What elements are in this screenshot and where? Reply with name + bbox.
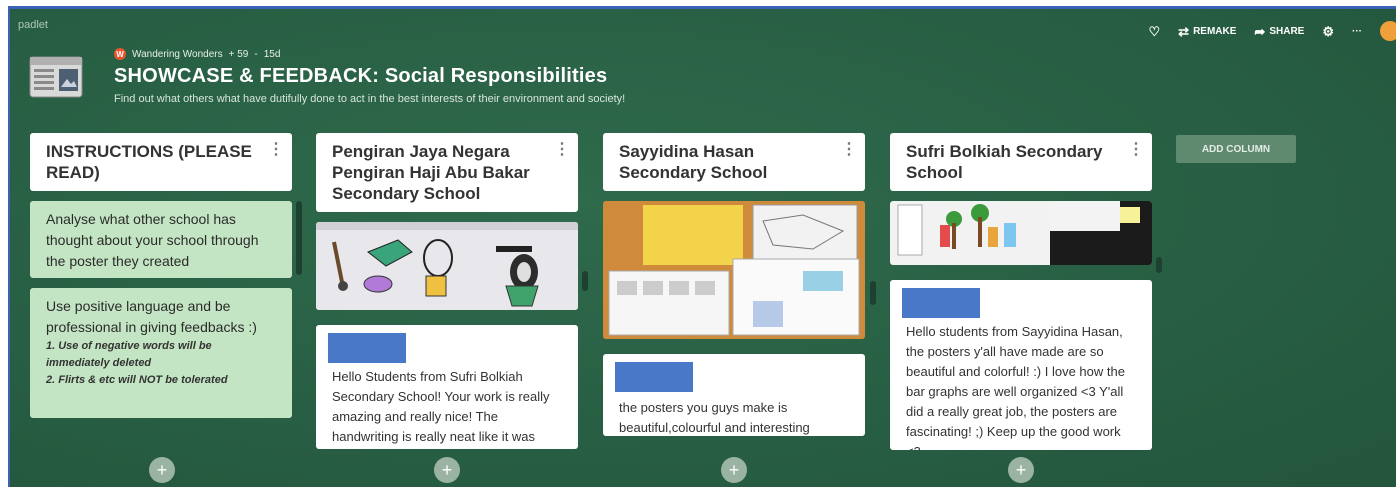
column-title: Sufri Bolkiah Secondary School (906, 142, 1103, 182)
user-avatar[interactable] (1380, 21, 1396, 41)
board-age: 15d (263, 48, 281, 60)
post-text: Analyse what other school has thought ab… (46, 211, 259, 269)
board-title: SHOWCASE & FEEDBACK: Social Responsibili… (114, 65, 608, 87)
toolbar: ♡ ⇄ REMAKE ➦ SHARE ⚙ ··· (1149, 21, 1396, 41)
column-menu-icon[interactable]: ⋮ (554, 139, 570, 160)
newspaper-icon (29, 56, 83, 98)
share-button[interactable]: ➦ SHARE (1254, 25, 1304, 38)
remake-icon: ⇄ (1178, 23, 1190, 39)
more-button[interactable]: ··· (1352, 26, 1362, 37)
remake-label: REMAKE (1193, 25, 1237, 37)
settings-button[interactable]: ⚙ (1322, 25, 1334, 38)
likes-count: + 59 (228, 48, 249, 60)
column-scrollbar[interactable] (870, 281, 876, 305)
column-scrollbar[interactable] (1156, 257, 1162, 273)
column-scrollbar[interactable] (296, 201, 302, 275)
board-meta: W Wandering Wonders + 59 - 15d (114, 48, 280, 60)
add-column-button[interactable]: ADD COLUMN (1176, 135, 1296, 163)
column-sayyidina-hasan: Sayyidina Hasan Secondary School ⋮ the p… (603, 133, 865, 436)
post-image[interactable] (603, 201, 865, 339)
column-menu-icon[interactable]: ⋮ (1128, 139, 1144, 160)
author-name-redacted (902, 288, 980, 318)
post-image[interactable] (316, 222, 578, 310)
column-header[interactable]: INSTRUCTIONS (PLEASE READ) ⋮ (30, 133, 292, 191)
column-menu-icon[interactable]: ⋮ (841, 139, 857, 160)
add-post-button[interactable]: + (1008, 457, 1034, 483)
column-sufri-bolkiah: Sufri Bolkiah Secondary School ⋮ Hello s… (890, 133, 1152, 450)
author-name[interactable]: Wandering Wonders (132, 49, 223, 60)
column-title: Sayyidina Hasan Secondary School (619, 142, 768, 182)
padlet-board: padlet W Wandering Wonders + 59 - 15d SH… (8, 6, 1396, 487)
post-body: Use positive language and be professiona… (30, 288, 292, 395)
post-text: Hello Students from Sufri Bolkiah Second… (332, 369, 550, 444)
add-post-button[interactable]: + (721, 457, 747, 483)
add-post-button[interactable]: + (434, 457, 460, 483)
gear-icon: ⚙ (1322, 23, 1334, 39)
more-icon: ··· (1352, 25, 1362, 37)
column-header[interactable]: Sayyidina Hasan Secondary School ⋮ (603, 133, 865, 191)
post-card[interactable]: the posters you guys make is beautiful,c… (603, 354, 865, 436)
heart-icon: ♡ (1148, 23, 1161, 39)
post-text: Use positive language and be professiona… (46, 298, 257, 335)
post-text: Hello students from Sayyidina Hasan, the… (906, 324, 1125, 450)
post-image[interactable] (890, 201, 1152, 265)
column-title: INSTRUCTIONS (PLEASE READ) (46, 142, 252, 182)
column-pjn-school: Pengiran Jaya Negara Pengiran Haji Abu B… (316, 133, 578, 449)
column-header[interactable]: Sufri Bolkiah Secondary School ⋮ (890, 133, 1152, 191)
column-scrollbar[interactable] (582, 271, 588, 291)
column-title: Pengiran Jaya Negara Pengiran Haji Abu B… (332, 142, 530, 203)
column-instructions: INSTRUCTIONS (PLEASE READ) ⋮ Analyse wha… (30, 133, 292, 418)
post-text: the posters you guys make is beautiful,c… (619, 400, 810, 435)
rule-item: 2. Flirts & etc will NOT be tolerated (46, 374, 228, 386)
like-button[interactable]: ♡ (1149, 25, 1161, 38)
author-name-redacted (615, 362, 693, 392)
author-avatar[interactable]: W (114, 48, 126, 60)
rule-item: 1. Use of negative words will be immedia… (46, 340, 212, 369)
add-post-button[interactable]: + (149, 457, 175, 483)
meta-separator: - (254, 48, 258, 60)
post-card[interactable]: Analyse what other school has thought ab… (30, 201, 292, 278)
board-subtitle: Find out what others what have dutifully… (114, 93, 626, 105)
post-card[interactable]: Use positive language and be professiona… (30, 288, 292, 418)
column-header[interactable]: Pengiran Jaya Negara Pengiran Haji Abu B… (316, 133, 578, 212)
share-label: SHARE (1269, 25, 1305, 37)
author-name-redacted (328, 333, 406, 363)
share-icon: ➦ (1254, 23, 1266, 39)
column-menu-icon[interactable]: ⋮ (268, 139, 284, 160)
remake-button[interactable]: ⇄ REMAKE (1178, 25, 1236, 38)
brand-logo[interactable]: padlet (18, 19, 48, 31)
post-card[interactable]: Hello students from Sayyidina Hasan, the… (890, 280, 1152, 450)
post-card[interactable]: Hello Students from Sufri Bolkiah Second… (316, 325, 578, 449)
